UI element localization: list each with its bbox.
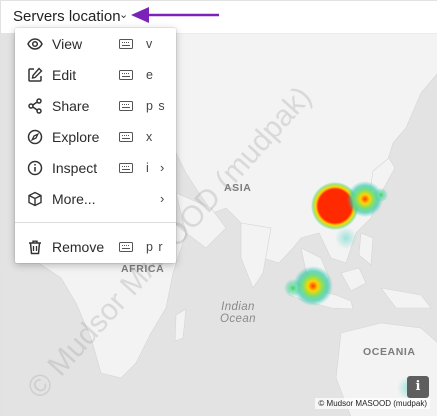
- chevron-down-icon[interactable]: ⌄: [119, 8, 128, 21]
- menu-label-share: Share: [52, 98, 90, 114]
- map-panel: Servers location ⌄ ASIA AFRICA Indian Oc…: [0, 0, 437, 416]
- map-info-button[interactable]: i: [407, 376, 429, 398]
- eye-icon: [27, 38, 43, 50]
- menu-label-explore: Explore: [52, 129, 100, 145]
- shortcut-remove: p r: [146, 240, 164, 254]
- panel-menu: View v Edit e Share p s Explore x Inspec…: [15, 28, 176, 263]
- menu-item-edit[interactable]: Edit e: [15, 60, 176, 90]
- menu-label-edit: Edit: [52, 67, 77, 83]
- menu-label-inspect: Inspect: [52, 160, 98, 176]
- menu-item-share[interactable]: Share p s: [15, 91, 176, 121]
- keyboard-icon: [119, 242, 133, 252]
- label-oceania: OCEANIA: [363, 346, 416, 358]
- menu-label-remove: Remove: [52, 239, 105, 255]
- heat-spot-taiwan[interactable]: [335, 227, 357, 249]
- annotation-arrow-icon: [131, 7, 219, 23]
- menu-label-view: View: [52, 36, 83, 52]
- menu-item-remove[interactable]: Remove p r: [15, 232, 176, 262]
- menu-item-explore[interactable]: Explore x: [15, 122, 176, 152]
- edit-icon: [28, 67, 43, 82]
- label-indian-ocean: Indian Ocean: [220, 301, 256, 325]
- compass-icon: [27, 129, 43, 145]
- menu-item-view[interactable]: View v: [15, 29, 176, 59]
- heat-spot-japan[interactable]: [374, 188, 388, 202]
- keyboard-icon: [119, 70, 133, 80]
- shortcut-share: p s: [146, 99, 166, 113]
- chevron-right-icon: ›: [160, 160, 165, 175]
- menu-label-more: More...: [52, 191, 96, 207]
- menu-item-inspect[interactable]: Inspect i ›: [15, 153, 176, 183]
- chevron-right-icon: ›: [160, 191, 165, 206]
- panel-title[interactable]: Servers location: [13, 8, 121, 25]
- keyboard-icon: [119, 101, 133, 111]
- map-attribution: © Mudsor MASOOD (mudpak): [315, 398, 430, 409]
- shortcut-view: v: [146, 37, 154, 51]
- keyboard-icon: [119, 39, 133, 49]
- info-icon: [27, 160, 43, 176]
- cube-icon: [28, 191, 42, 207]
- keyboard-icon: [119, 163, 133, 173]
- shortcut-inspect: i: [146, 161, 150, 175]
- menu-divider: [15, 222, 176, 223]
- shortcut-explore: x: [146, 130, 154, 144]
- trash-icon: [29, 240, 41, 255]
- heat-spot-sumatra[interactable]: [284, 279, 302, 297]
- shortcut-edit: e: [146, 68, 154, 82]
- keyboard-icon: [119, 132, 133, 142]
- share-icon: [28, 98, 42, 114]
- menu-item-more[interactable]: More... ›: [15, 184, 176, 214]
